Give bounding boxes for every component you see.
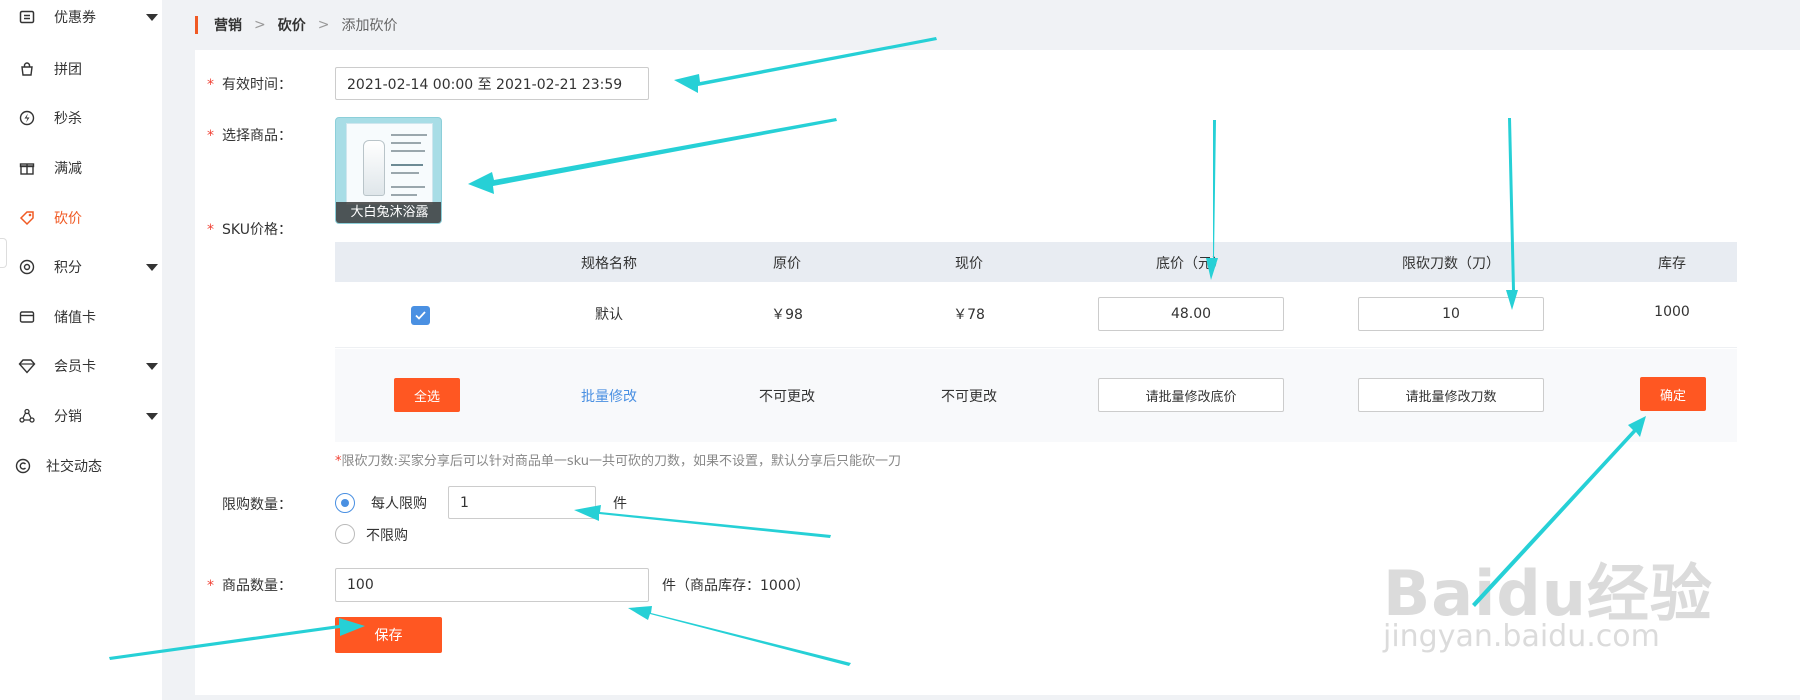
limit-unit: 件 bbox=[613, 496, 627, 512]
unlimited-label: 不限购 bbox=[366, 528, 408, 544]
social-icon bbox=[14, 457, 32, 475]
coupon-icon bbox=[18, 8, 36, 26]
product-quantity-input[interactable]: 100 bbox=[335, 568, 649, 602]
product-name: 大白兔沐浴露 bbox=[336, 202, 441, 223]
save-button[interactable]: 保存 bbox=[335, 617, 442, 653]
required-mark: * bbox=[207, 578, 214, 594]
product-label: * 选择商品： bbox=[207, 128, 292, 144]
sidebar-item-label: 社交动态 bbox=[46, 459, 102, 475]
unlimited-radio[interactable] bbox=[335, 524, 355, 544]
header-cut-count: 限砍刀数（刀） bbox=[1402, 256, 1500, 272]
bargain-icon bbox=[18, 209, 36, 227]
sidebar-item-label: 储值卡 bbox=[54, 310, 96, 326]
sku-price-label: * SKU价格： bbox=[207, 222, 292, 238]
group-buy-icon bbox=[18, 60, 36, 78]
header-stock: 库存 bbox=[1658, 256, 1686, 272]
sku-original-price: ￥98 bbox=[771, 307, 803, 323]
required-mark: * bbox=[207, 128, 214, 144]
sidebar-item-social-feed[interactable]: 社交动态 bbox=[0, 441, 162, 491]
sidebar-item-flash-sale[interactable]: 秒杀 bbox=[0, 93, 162, 143]
product-quantity-suffix: 件（商品库存：1000） bbox=[662, 578, 810, 594]
product-quantity-label: * 商品数量： bbox=[207, 578, 292, 594]
sidebar-item-label: 拼团 bbox=[54, 62, 82, 78]
valid-time-range-input[interactable]: 2021-02-14 00:00 至 2021-02-21 23:59 bbox=[335, 67, 649, 100]
chevron-down-icon bbox=[146, 263, 158, 271]
sidebar-item-coupon[interactable]: 优惠券 bbox=[0, 0, 162, 42]
breadcrumb-item-bargain[interactable]: 砍价 bbox=[278, 15, 306, 35]
header-spec-name: 规格名称 bbox=[581, 256, 637, 272]
sku-stock: 1000 bbox=[1654, 304, 1690, 320]
breadcrumb-item-current: 添加砍价 bbox=[341, 18, 398, 34]
sku-row-checkbox[interactable] bbox=[411, 306, 430, 325]
per-user-limit-label: 每人限购 bbox=[371, 496, 427, 512]
header-floor-price: 底价（元） bbox=[1156, 256, 1226, 272]
diamond-icon bbox=[18, 357, 36, 375]
sidebar-item-label: 会员卡 bbox=[54, 359, 96, 375]
cut-count-hint: *限砍刀数:买家分享后可以针对商品单一sku一共可砍的刀数，如果不设置，默认分享… bbox=[335, 454, 902, 469]
breadcrumb-separator: > bbox=[254, 17, 266, 33]
current-price-locked: 不可更改 bbox=[941, 389, 997, 405]
valid-time-value: 2021-02-14 00:00 至 2021-02-21 23:59 bbox=[347, 76, 623, 93]
header-current-price: 现价 bbox=[955, 256, 983, 272]
sidebar-item-label: 砍价 bbox=[54, 211, 82, 227]
sidebar-item-stored-value-card[interactable]: 储值卡 bbox=[0, 292, 162, 342]
watermark-url: jingyan.baidu.com bbox=[1383, 619, 1660, 654]
points-icon bbox=[18, 258, 36, 276]
breadcrumb: 营销 > 砍价 > 添加砍价 bbox=[195, 0, 397, 50]
sku-table-header: 规格名称 原价 现价 底价（元） 限砍刀数（刀） 库存 bbox=[335, 242, 1737, 282]
batch-edit-row: 全选 批量修改 不可更改 不可更改 请批量修改底价 请批量修改刀数 确定 bbox=[335, 349, 1737, 442]
confirm-button[interactable]: 确定 bbox=[1640, 377, 1706, 411]
required-mark: * bbox=[207, 222, 214, 238]
flash-sale-icon bbox=[18, 109, 36, 127]
sidebar-item-label: 分销 bbox=[54, 409, 82, 425]
per-user-limit-input[interactable]: 1 bbox=[448, 486, 596, 519]
product-card[interactable]: 大白兔沐浴露 bbox=[335, 117, 442, 224]
sidebar-item-group-buy[interactable]: 拼团 bbox=[0, 44, 162, 94]
breadcrumb-separator: > bbox=[317, 17, 330, 33]
chevron-down-icon bbox=[146, 13, 158, 21]
sidebar-item-label: 满减 bbox=[54, 161, 82, 177]
sidebar-item-points[interactable]: 积分 bbox=[0, 242, 162, 292]
per-user-limit-value: 1 bbox=[460, 494, 469, 511]
required-mark: * bbox=[207, 77, 214, 93]
purchase-limit-label: 限购数量： bbox=[222, 497, 292, 513]
baidu-watermark: Baidu经验 jingyan.baidu.com bbox=[1383, 543, 1713, 654]
card-icon bbox=[18, 308, 36, 326]
cut-count-input[interactable]: 10 bbox=[1358, 297, 1544, 331]
chevron-down-icon bbox=[146, 412, 158, 420]
sku-spec-name: 默认 bbox=[595, 307, 623, 323]
sidebar-item-member-card[interactable]: 会员卡 bbox=[0, 341, 162, 391]
sidebar-item-distribution[interactable]: 分销 bbox=[0, 391, 162, 441]
select-all-button[interactable]: 全选 bbox=[394, 378, 460, 412]
sku-current-price: ￥78 bbox=[953, 307, 985, 323]
original-price-locked: 不可更改 bbox=[759, 389, 815, 405]
breadcrumb-item-marketing[interactable]: 营销 bbox=[214, 15, 242, 35]
table-row: 默认 ￥98 ￥78 48.00 10 1000 bbox=[335, 282, 1737, 348]
gift-icon bbox=[18, 159, 36, 177]
batch-cut-count-input[interactable]: 请批量修改刀数 bbox=[1358, 378, 1544, 412]
chevron-down-icon bbox=[146, 362, 158, 370]
per-user-limit-radio[interactable] bbox=[335, 493, 355, 513]
sidebar-item-label: 积分 bbox=[54, 260, 82, 276]
batch-edit-link[interactable]: 批量修改 bbox=[581, 386, 637, 406]
header-original-price: 原价 bbox=[773, 256, 801, 272]
product-quantity-value: 100 bbox=[347, 577, 374, 593]
sidebar-item-full-reduction[interactable]: 满减 bbox=[0, 143, 162, 193]
valid-time-label: * 有效时间： bbox=[207, 77, 292, 93]
breadcrumb-marker bbox=[195, 16, 198, 34]
batch-floor-price-input[interactable]: 请批量修改底价 bbox=[1098, 378, 1284, 412]
product-image bbox=[346, 123, 433, 205]
sidebar-item-label: 秒杀 bbox=[54, 111, 82, 127]
sidebar-item-label: 优惠券 bbox=[54, 10, 96, 26]
sidebar-item-bargain[interactable]: 砍价 bbox=[0, 193, 162, 243]
floor-price-input[interactable]: 48.00 bbox=[1098, 297, 1284, 331]
distribution-icon bbox=[18, 407, 36, 425]
sidebar: 优惠券 拼团 秒杀 满减 砍价 积分 储值卡 会员卡 分销 社交动态 bbox=[0, 0, 162, 700]
